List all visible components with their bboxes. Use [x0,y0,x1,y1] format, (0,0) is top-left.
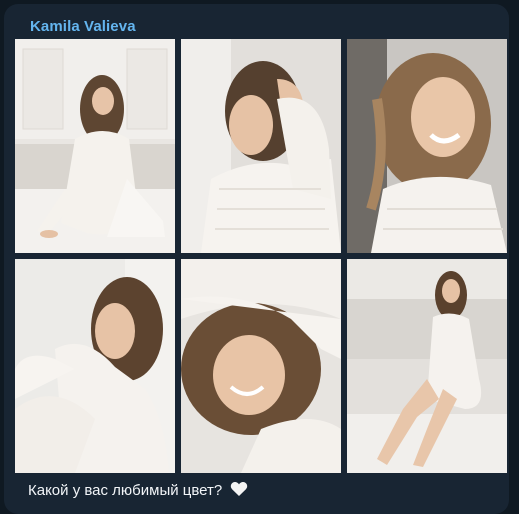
sender-name[interactable]: Kamila Valieva [30,18,136,35]
white-heart-icon [231,481,248,496]
photo-4[interactable] [15,259,175,473]
message-caption: Какой у вас любимый цвет? [28,481,248,499]
photo-album [15,39,507,473]
photo-5[interactable] [181,259,341,473]
photo-6[interactable] [347,259,507,473]
photo-1[interactable] [15,39,175,253]
caption-text: Какой у вас любимый цвет? [28,482,223,499]
photo-3[interactable] [347,39,507,253]
photo-2[interactable] [181,39,341,253]
